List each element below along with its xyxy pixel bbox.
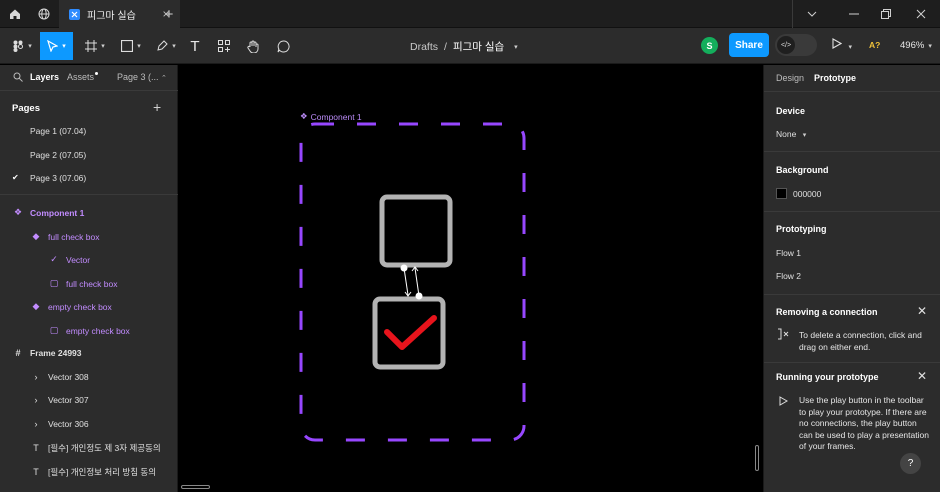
connection-node (415, 292, 423, 300)
prototyping-header: Prototyping (776, 224, 827, 234)
play-icon (779, 396, 789, 408)
right-panel: Design Prototype Device None ▾ Backgroun… (763, 65, 940, 492)
flow-item-2[interactable]: Flow 2 (776, 271, 801, 281)
connection-node (400, 264, 408, 272)
prototype-connection-arrow (403, 267, 409, 296)
check-vector (384, 315, 437, 350)
component-frame (299, 122, 526, 442)
divider (764, 294, 940, 295)
empty-check-box (379, 194, 453, 268)
device-header: Device (776, 106, 806, 116)
divider (764, 91, 940, 92)
tab-prototype[interactable]: Prototype (814, 73, 856, 83)
close-icon[interactable]: ✕ (917, 369, 927, 383)
divider (764, 211, 940, 212)
prototype-connection-arrow (414, 267, 420, 297)
flow-item-1[interactable]: Flow 1 (776, 248, 801, 258)
running-prototype-text: Use the play button in the toolbar to pl… (799, 395, 929, 451)
vertical-scrollbar[interactable] (755, 445, 759, 471)
horizontal-scrollbar[interactable] (181, 485, 210, 489)
divider (764, 151, 940, 152)
removing-connection-header: Removing a connection (776, 307, 878, 317)
disconnect-icon (777, 328, 791, 342)
close-icon[interactable]: ✕ (917, 304, 927, 318)
background-swatch[interactable] (776, 188, 787, 199)
device-value: None (776, 129, 797, 139)
help-button[interactable]: ? (900, 453, 921, 474)
background-hex-input[interactable]: 000000 (793, 189, 821, 199)
running-prototype-header: Running your prototype (776, 372, 879, 382)
background-header: Background (776, 165, 829, 175)
device-dropdown[interactable]: None ▾ (776, 129, 806, 139)
divider (764, 362, 940, 363)
removing-connection-text: To delete a connection, click and drag o… (799, 330, 922, 352)
tab-design[interactable]: Design (776, 73, 804, 83)
